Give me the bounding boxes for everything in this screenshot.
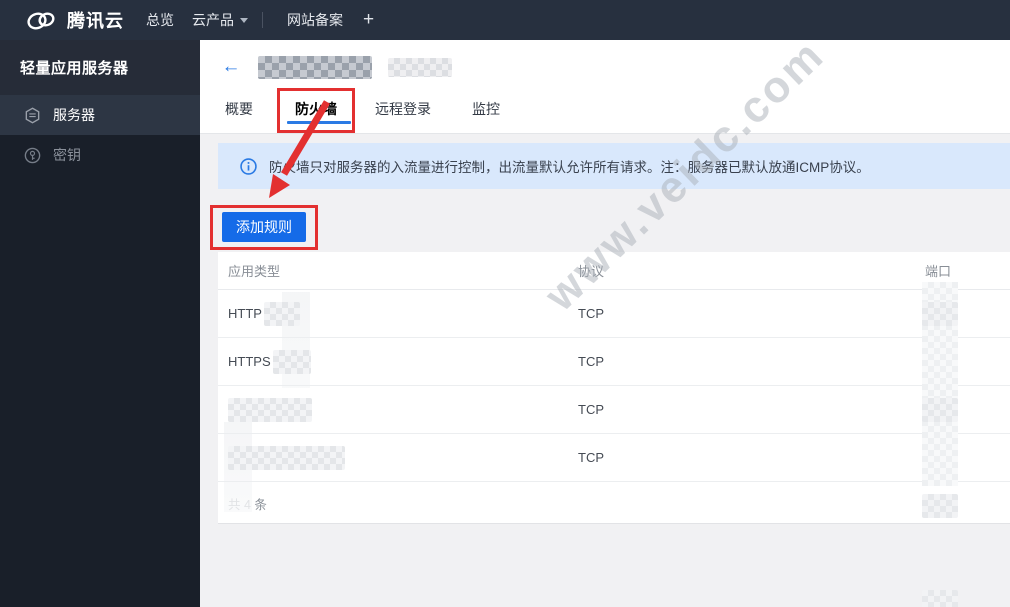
nav-separator [262,12,263,28]
table-row: TCP [218,434,1010,607]
tab-remote-login[interactable]: 远程登录 [375,99,431,121]
active-tab-underline [287,121,351,124]
sidebar-title: 轻量应用服务器 [0,40,200,95]
tab-firewall[interactable]: 防火墙 [295,99,337,121]
firewall-rules-table: 应用类型 协议 端口 HTTP TCP HTTPS TCP TCP TCP 条 [218,252,1010,607]
cell-app-type: HTTPS [228,354,271,369]
col-header-port: 端口 [925,264,952,279]
redacted-app-type [228,397,312,422]
add-rule-button[interactable]: 添加规则 [222,212,306,242]
cell-protocol: TCP [578,402,604,417]
redacted-server-status [388,58,452,77]
tab-summary[interactable]: 概要 [225,99,253,121]
sidebar-item-servers[interactable]: 服务器 [0,95,200,135]
redacted-text [272,349,311,374]
top-navbar: 腾讯云 总览 云产品 网站备案 + [0,0,1010,40]
redacted-text [263,301,300,326]
brand-name: 腾讯云 [67,11,124,31]
banner-text: 防火墙只对服务器的入流量进行控制，出流量默认允许所有请求。注：服务器已默认放通I… [269,160,870,175]
cell-protocol: TCP [578,354,604,369]
sidebar-item-label: 服务器 [53,107,95,123]
tencent-cloud-logo[interactable]: 腾讯云 [24,0,124,40]
cloud-logo-icon [27,12,55,30]
sidebar-item-keys[interactable]: 密钥 [0,135,200,175]
cell-app-type: HTTP [228,306,262,321]
sidebar-item-label: 密钥 [53,147,81,163]
nav-add-tab-button[interactable]: + [363,0,374,40]
nav-item-icp-filing[interactable]: 网站备案 [287,0,343,40]
table-row: HTTP TCP [218,290,1010,338]
key-icon [24,147,41,163]
cell-protocol: TCP [578,306,604,321]
nav-item-cloud-products[interactable]: 云产品 [192,0,248,40]
redacted-port [922,302,958,326]
back-arrow-icon[interactable]: ← [220,56,242,78]
firewall-info-banner: 防火墙只对服务器的入流量进行控制，出流量默认允许所有请求。注：服务器已默认放通I… [218,143,1010,189]
table-row: TCP [218,386,1010,518]
redacted-app-type [228,445,345,470]
table-header-row: 应用类型 协议 端口 [218,252,1010,290]
redacted-port [922,590,958,607]
server-icon [25,106,40,124]
col-header-protocol: 协议 [578,264,605,279]
table-row: HTTPS TCP [218,338,1010,422]
info-icon [240,157,257,175]
sidebar: 轻量应用服务器 服务器 密钥 [0,40,200,607]
tab-monitoring[interactable]: 监控 [472,99,500,121]
redacted-port [922,494,958,518]
col-header-app-type: 应用类型 [228,264,281,279]
table-footer-count: 共 4 条 [228,497,267,512]
cell-protocol: TCP [578,450,604,465]
nav-item-overview[interactable]: 总览 [146,0,174,40]
redacted-port [922,398,958,422]
chevron-down-icon [240,17,248,23]
redacted-server-name [258,56,372,79]
